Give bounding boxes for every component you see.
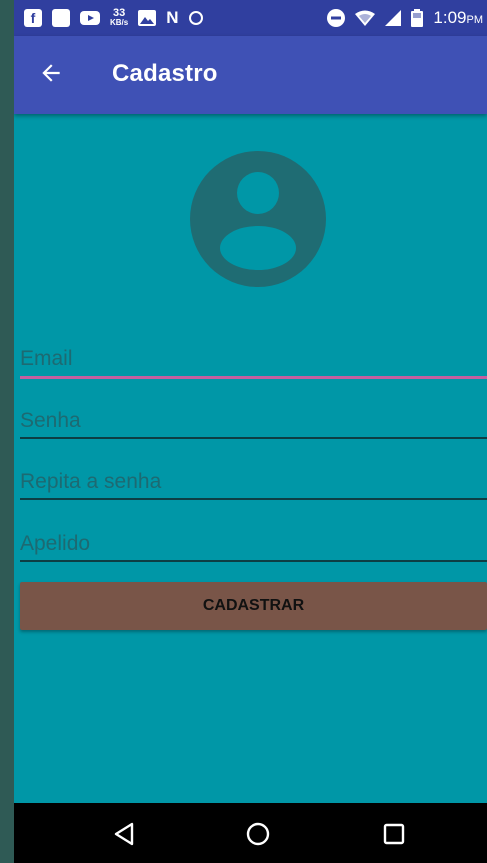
navigation-bar: [14, 803, 487, 863]
email-field[interactable]: [20, 342, 487, 376]
app-bar: Cadastro: [14, 36, 487, 114]
password-field[interactable]: [20, 404, 487, 438]
register-button[interactable]: CADASTRAR: [20, 582, 487, 630]
nav-home-icon[interactable]: [243, 819, 273, 849]
nickname-underline: [20, 560, 487, 562]
net-speed-unit: KB/s: [110, 18, 129, 27]
repeat-password-field[interactable]: [20, 465, 487, 499]
battery-icon: [411, 9, 424, 27]
page-title: Cadastro: [112, 60, 218, 87]
app-icon: [52, 9, 70, 27]
status-right: 1:09PM: [327, 8, 483, 28]
signal-icon: [385, 10, 402, 26]
email-field-wrapper: [20, 342, 487, 376]
vpn-icon: [188, 11, 203, 25]
dnd-icon: [327, 9, 346, 27]
nickname-field[interactable]: [20, 527, 487, 561]
nav-recents-icon[interactable]: [379, 819, 409, 849]
net-speed: 33 KB/s: [110, 8, 129, 28]
image-icon: [138, 10, 157, 26]
back-arrow-icon[interactable]: [38, 60, 64, 86]
clock-time: 1:09: [433, 8, 467, 27]
clock: 1:09PM: [433, 8, 483, 28]
nav-back-icon[interactable]: [110, 819, 140, 849]
youtube-icon: [80, 11, 100, 25]
phone-screen: f 33 KB/s N 1:09PM Cadastro Email Apelid…: [14, 0, 487, 863]
password-underline: [20, 437, 487, 439]
repeat-password-field-wrapper: [20, 465, 487, 499]
facebook-icon: f: [24, 9, 42, 27]
status-bar: f 33 KB/s N 1:09PM: [14, 0, 487, 36]
clock-ampm: PM: [466, 14, 484, 26]
status-left: f 33 KB/s N: [24, 8, 203, 28]
n-icon: N: [166, 8, 179, 27]
avatar-icon[interactable]: [190, 151, 326, 287]
wifi-icon: [355, 10, 376, 26]
repeat-password-underline: [20, 498, 487, 500]
nickname-field-wrapper: [20, 527, 487, 561]
email-underline: [20, 376, 487, 379]
password-field-wrapper: [20, 404, 487, 438]
